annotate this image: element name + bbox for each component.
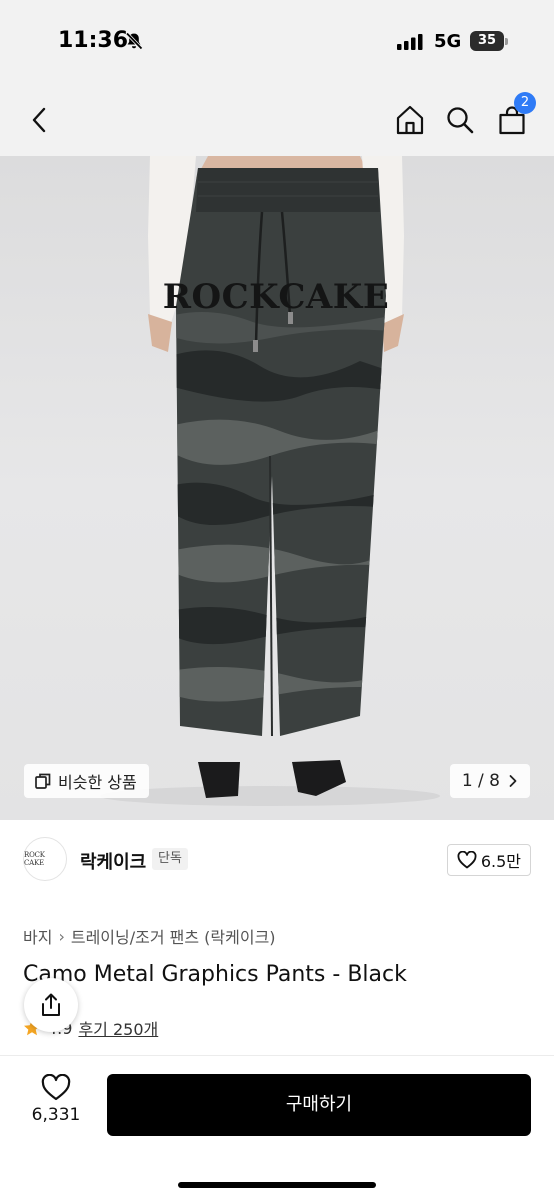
image-page-label: 1 / 8	[461, 771, 500, 791]
cart-button[interactable]: 2	[494, 92, 536, 138]
brand-row: ROCK CAKE 락케이크 단독 6.5만	[0, 836, 554, 884]
copy-icon	[35, 773, 51, 789]
battery-icon: 35	[470, 31, 508, 51]
back-icon	[32, 107, 46, 133]
battery-tip	[505, 38, 508, 45]
image-page-indicator[interactable]: 1 / 8	[449, 764, 530, 798]
bottom-action-bar: 6,331 구매하기	[0, 1055, 554, 1200]
product-photo: ROCKCAKE	[0, 156, 554, 820]
chevron-right-icon	[509, 775, 517, 787]
search-icon	[447, 107, 474, 134]
battery-level: 35	[470, 31, 504, 51]
home-icon	[396, 105, 424, 135]
breadcrumb-item-training[interactable]: 트레이닝/조거 팬츠 (락케이크)	[71, 924, 276, 948]
similar-products-button[interactable]: 비슷한 상품	[24, 764, 149, 798]
brand-like-button[interactable]: 6.5만	[446, 844, 531, 876]
brand-name[interactable]: 락케이크	[80, 848, 146, 874]
product-image-carousel[interactable]: ROCKCAKE 비슷한 상품 1 / 8	[0, 156, 554, 820]
bell-off-icon	[125, 32, 143, 50]
similar-products-label: 비슷한 상품	[58, 773, 137, 792]
exclusive-badge: 단독	[152, 848, 188, 870]
chevron-right-icon: ›	[58, 926, 65, 946]
share-icon	[42, 993, 60, 1016]
heart-icon	[41, 1074, 71, 1101]
network-label: 5G	[434, 31, 462, 52]
breadcrumb-item-pants[interactable]: 바지	[23, 924, 52, 948]
breadcrumb: 바지 › 트레이닝/조거 팬츠 (락케이크)	[23, 924, 276, 948]
back-button[interactable]	[22, 102, 58, 138]
wishlist-count: 6,331	[31, 1105, 81, 1125]
home-indicator	[178, 1182, 376, 1188]
wishlist-button[interactable]: 6,331	[22, 1074, 90, 1134]
buy-button[interactable]: 구매하기	[107, 1074, 531, 1136]
brand-logo-text: ROCK CAKE	[24, 851, 45, 867]
status-time: 11:36	[58, 28, 129, 53]
search-button[interactable]	[442, 102, 478, 138]
home-button[interactable]	[392, 102, 428, 138]
signal-icon	[397, 34, 423, 50]
share-button[interactable]	[24, 978, 78, 1032]
app-header: 2	[0, 84, 554, 156]
brand-logo[interactable]: ROCK CAKE	[23, 837, 67, 881]
review-link[interactable]: 후기 250개	[78, 1016, 158, 1040]
brand-like-count: 6.5만	[480, 852, 521, 871]
status-bar: 11:36 5G 35	[0, 0, 554, 84]
heart-icon	[457, 851, 477, 869]
cart-badge: 2	[514, 92, 536, 114]
pants-wordmark: ROCKCAKE	[163, 277, 389, 317]
product-title: Camo Metal Graphics Pants - Black	[23, 962, 407, 987]
